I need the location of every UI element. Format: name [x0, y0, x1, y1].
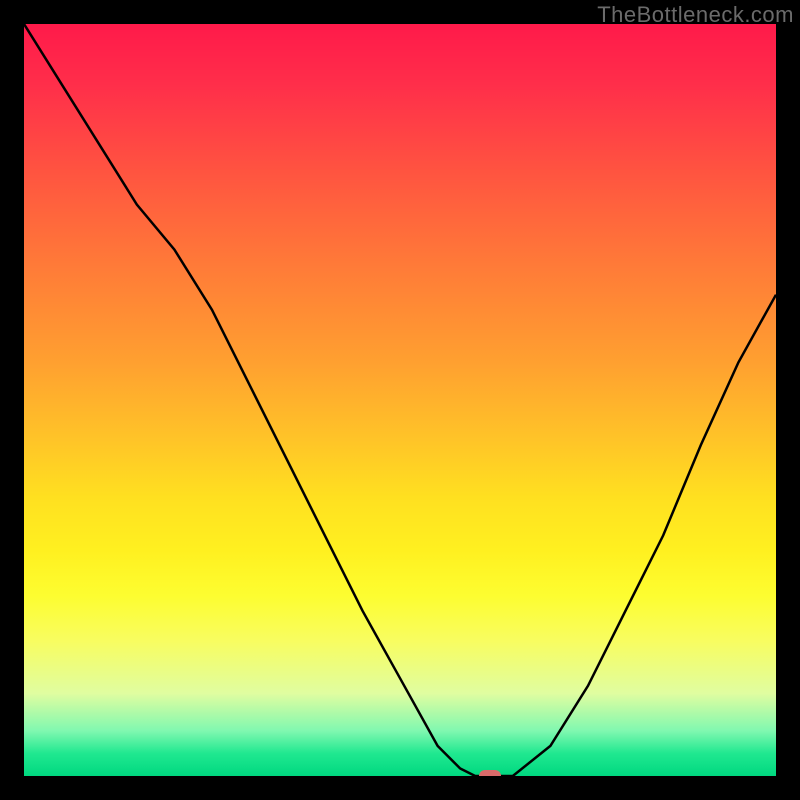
bottleneck-curve-line	[24, 24, 776, 776]
optimum-marker	[479, 770, 501, 776]
curve-svg	[24, 24, 776, 776]
chart-container: TheBottleneck.com	[0, 0, 800, 800]
plot-area	[24, 24, 776, 776]
